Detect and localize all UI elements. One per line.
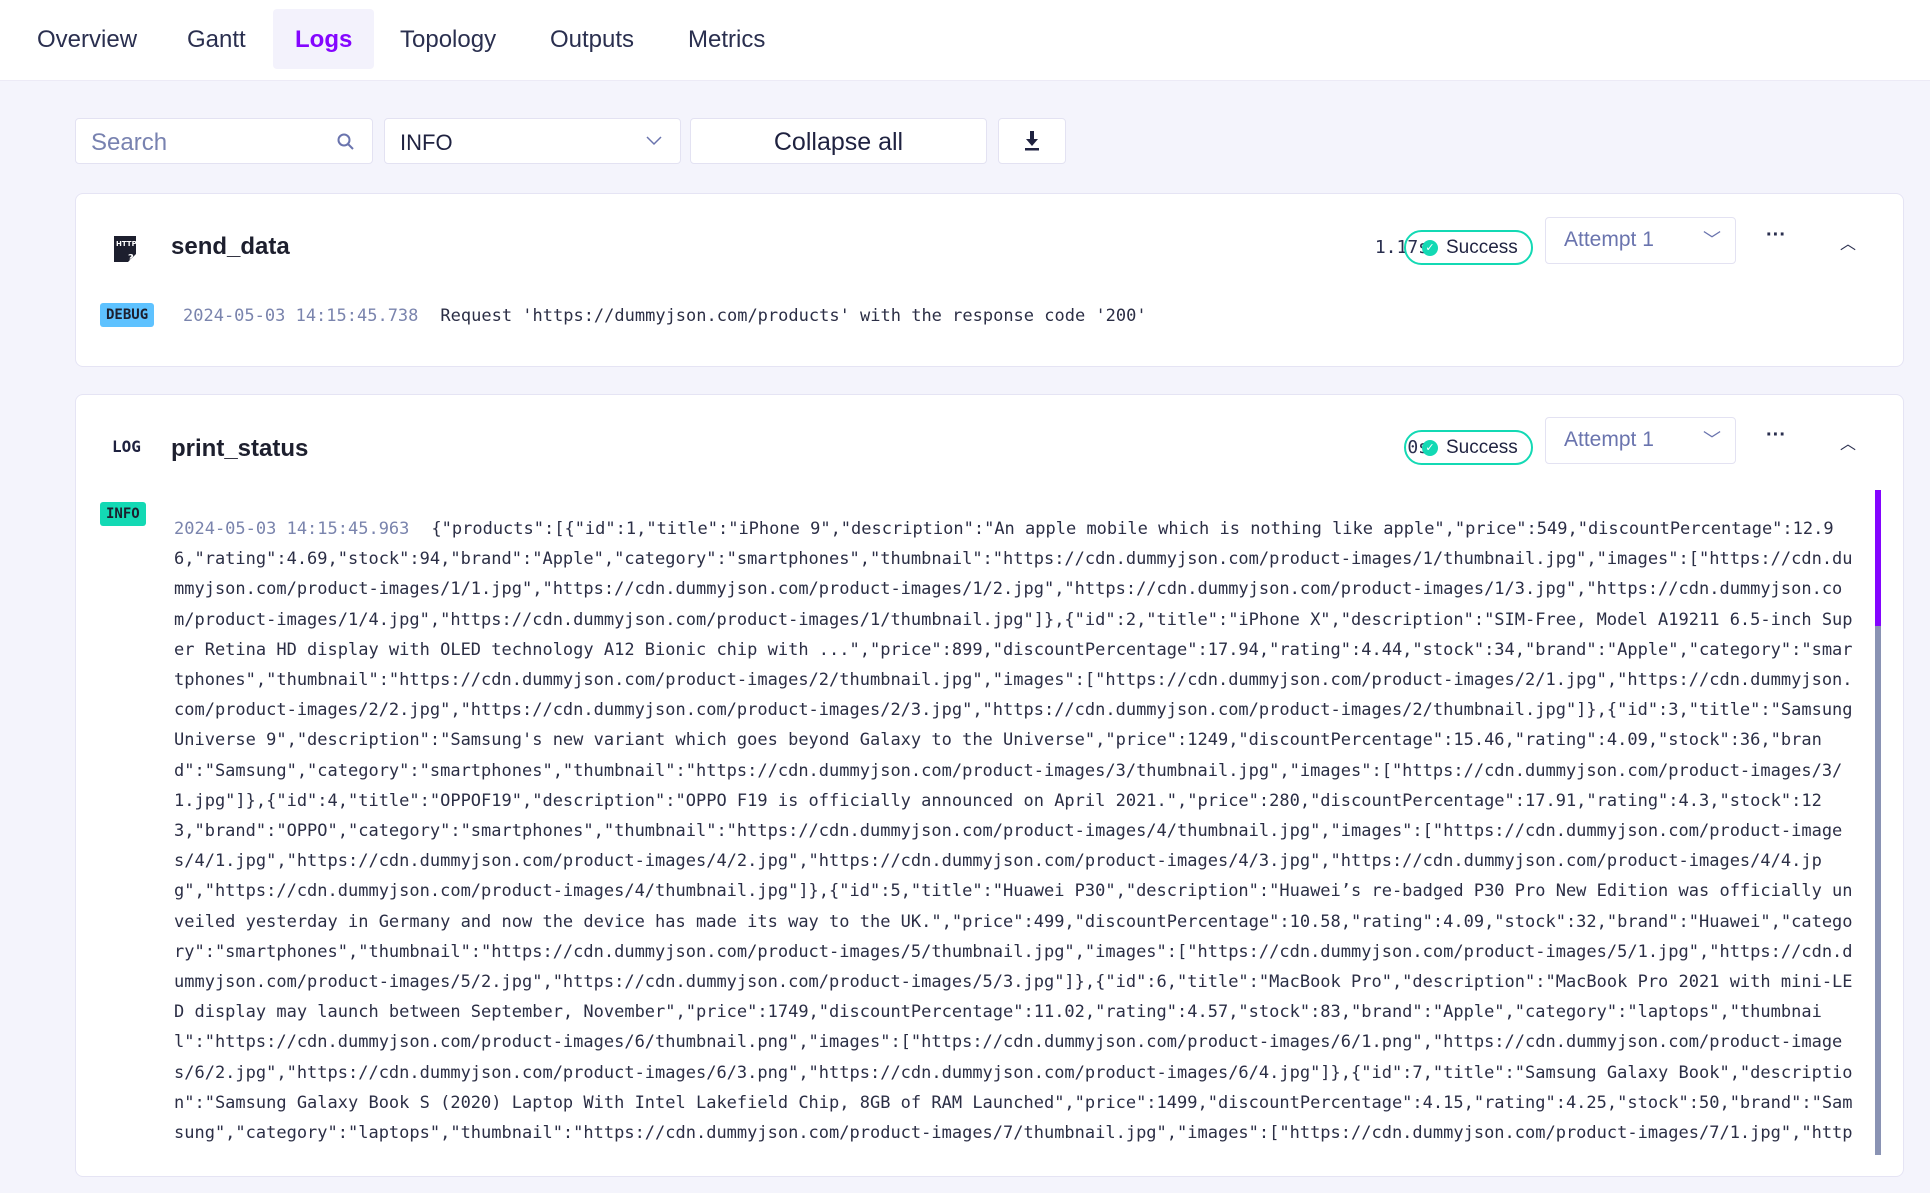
search-input[interactable]: Search [75,118,373,164]
log-icon: LOG [112,437,141,456]
svg-text:HTTP: HTTP [116,240,137,248]
tab-topology[interactable]: Topology [378,9,518,69]
scrollbar-thumb[interactable] [1875,490,1881,626]
status-label: Success [1446,437,1518,458]
status-badge: ✓ Success [1404,230,1533,265]
log-level-badge: DEBUG [100,303,155,327]
log-message: {"products":[{"id":1,"title":"iPhone 9",… [174,519,1853,1154]
attempt-select[interactable]: Attempt 1 ﹀ [1545,417,1736,464]
log-message: Request 'https://dummyjson.com/products'… [440,306,1147,326]
log-output: 2024-05-03 14:15:45.963 {"products":[{"id… [174,514,1860,1154]
chevron-down-icon: ﹀ [1703,430,1721,450]
log-timestamp: 2024-05-03 14:15:45.963 [174,519,410,539]
chevron-up-icon[interactable]: ︿ [1840,230,1856,254]
attempt-select[interactable]: Attempt 1 ﹀ [1545,217,1736,264]
log-level-select[interactable]: INFO [384,118,681,164]
log-level-badge: INFO [100,502,146,526]
more-options-icon[interactable]: ··· [1766,424,1786,447]
log-level-value: INFO [400,130,453,155]
tab-metrics[interactable]: Metrics [666,9,787,69]
tab-gantt[interactable]: Gantt [165,9,268,69]
status-badge: ✓ Success [1404,430,1533,465]
task-name: print_status [171,435,309,462]
search-placeholder: Search [91,129,168,156]
log-timestamp: 2024-05-03 14:15:45.738 [183,306,419,326]
attempt-label: Attempt 1 [1564,228,1654,251]
tab-overview[interactable]: Overview [15,9,159,69]
tab-outputs[interactable]: Outputs [528,9,656,69]
task-card-send-data: HTTP? send_data 1.17s ✓ Success Attempt 1… [75,193,1904,367]
log-line: 2024-05-03 14:15:45.963 {"products":[{"id… [174,514,1860,1154]
http-icon: HTTP? [112,234,138,268]
log-line: 2024-05-03 14:15:45.738 Request 'https://… [183,306,1147,326]
tab-logs[interactable]: Logs [273,9,375,69]
chevron-down-icon: ﹀ [1703,230,1721,250]
more-options-icon[interactable]: ··· [1766,224,1786,247]
task-name: send_data [171,233,290,260]
chevron-up-icon[interactable]: ︿ [1840,430,1856,454]
status-label: Success [1446,237,1518,258]
collapse-all-button[interactable]: Collapse all [690,118,987,164]
download-button[interactable] [998,118,1066,164]
download-icon [1025,131,1039,151]
check-circle-icon: ✓ [1422,240,1438,256]
attempt-label: Attempt 1 [1564,428,1654,451]
log-scrollbar[interactable] [1875,490,1881,1155]
svg-text:?: ? [128,253,134,264]
check-circle-icon: ✓ [1422,440,1438,456]
task-card-print-status: LOG print_status 0s ✓ Success Attempt 1 ﹀ … [75,394,1904,1177]
tab-bar: Overview Gantt Logs Topology Outputs Met… [0,0,1930,81]
search-icon [337,133,354,150]
chevron-down-icon [646,136,662,146]
